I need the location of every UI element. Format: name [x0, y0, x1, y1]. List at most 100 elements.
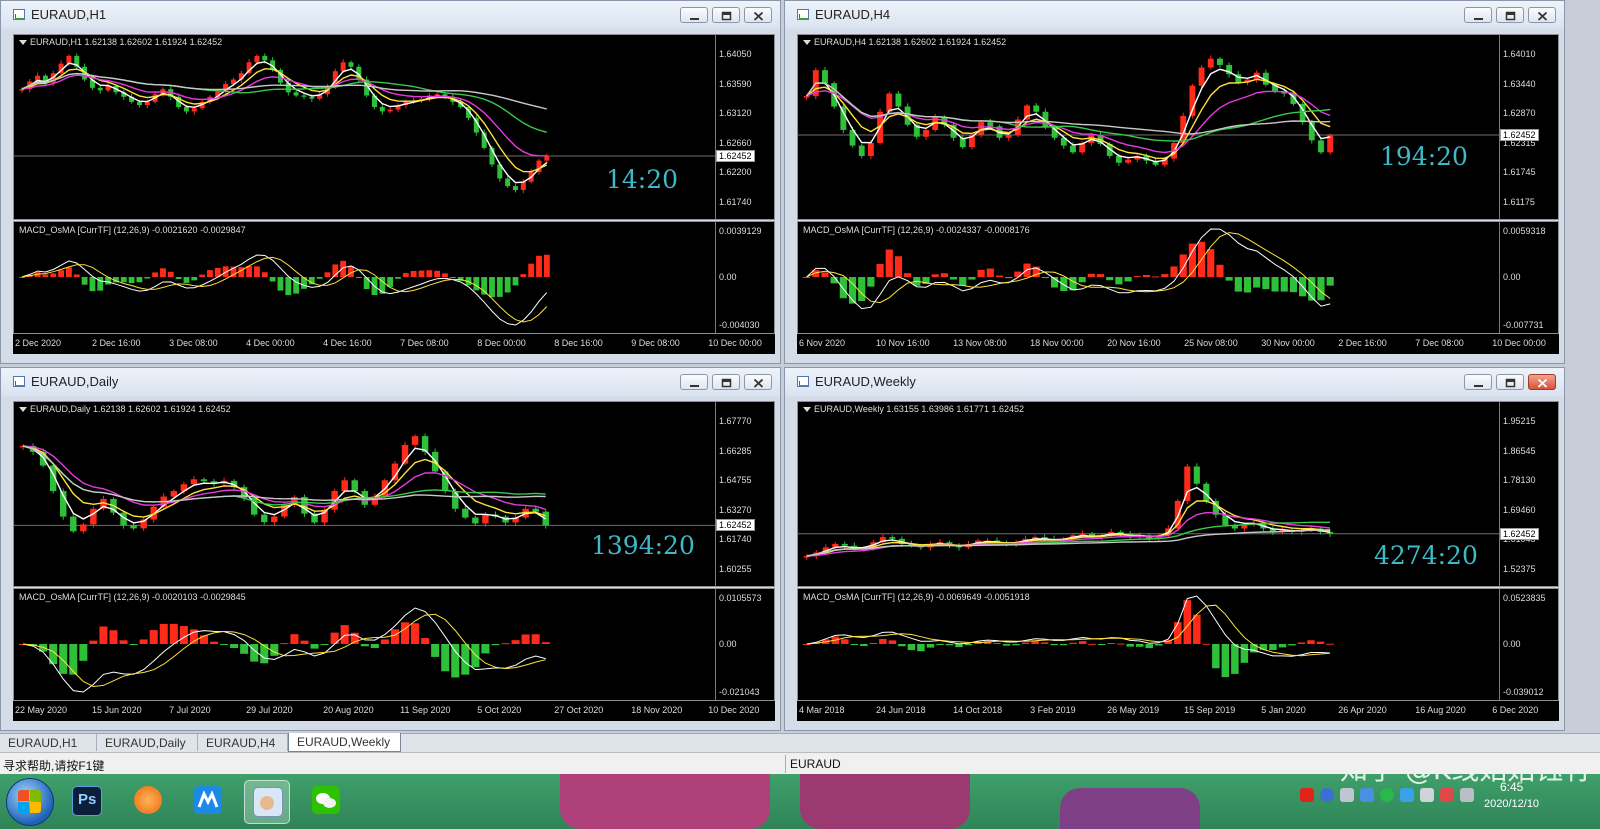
price-axis-line — [715, 402, 716, 586]
macd-bar — [363, 277, 370, 290]
window-title-bar[interactable]: EURAUD,Weekly — [785, 368, 1564, 396]
macd-bar — [324, 272, 331, 277]
tab-euraud-weekly[interactable]: EURAUD,Weekly — [288, 733, 401, 752]
macd-bar — [1021, 642, 1030, 644]
close-button[interactable] — [1528, 374, 1556, 390]
time-axis-label: 2 Dec 16:00 — [92, 338, 141, 348]
minimize-button[interactable] — [1464, 7, 1492, 23]
current-price-box: 1.62452 — [716, 519, 755, 532]
price-pane[interactable]: EURAUD,H4 1.62138 1.62602 1.61924 1.6245… — [797, 34, 1559, 220]
time-axis-label: 16 Aug 2020 — [1415, 705, 1466, 715]
tab-euraud-h1[interactable]: EURAUD,H1 — [0, 734, 97, 751]
macd-bar — [442, 273, 448, 277]
candle — [261, 512, 268, 525]
macd-bar — [1135, 644, 1144, 647]
macd-bar — [149, 630, 158, 644]
restore-icon — [1505, 11, 1516, 21]
time-axis-label: 30 Nov 00:00 — [1261, 338, 1315, 348]
macd-tick-label: -0.039012 — [1503, 687, 1544, 697]
macd-bar — [431, 644, 440, 657]
price-tick-label: 1.62660 — [719, 137, 752, 148]
time-axis-label: 3 Feb 2019 — [1030, 705, 1076, 715]
clock-time[interactable]: 6:45 — [1500, 780, 1523, 794]
macd-bar — [293, 277, 300, 294]
time-axis-label: 5 Oct 2020 — [477, 705, 522, 715]
macd-pane[interactable]: MACD_OsMA [CurrTF] (12,26,9) -0.0020103 … — [13, 588, 775, 701]
tab-euraud-h4[interactable]: EURAUD,H4 — [198, 734, 288, 751]
macd-histogram[interactable] — [798, 589, 1499, 700]
taskbar-wechat[interactable] — [304, 780, 348, 822]
taskbar-photoshop[interactable]: Ps — [64, 780, 108, 822]
time-axis-label: 20 Aug 2020 — [323, 705, 374, 715]
alert-icon[interactable] — [1440, 788, 1454, 802]
macd-histogram[interactable] — [798, 222, 1499, 333]
macd-bar — [58, 270, 65, 277]
macd-bar — [1041, 277, 1050, 279]
minimize-button[interactable] — [680, 374, 708, 390]
candle — [60, 488, 67, 520]
tab-euraud-daily[interactable]: EURAUD,Daily — [97, 734, 198, 751]
macd-bar — [964, 644, 973, 646]
macd-histogram[interactable] — [14, 589, 715, 700]
time-axis-label: 14 Oct 2018 — [953, 705, 1003, 715]
window-title-bar[interactable]: EURAUD,H1 — [1, 1, 780, 29]
candle — [1231, 523, 1238, 531]
macd-axis-line — [715, 589, 716, 700]
taskbar-orange-app[interactable] — [126, 780, 170, 822]
signal-icon[interactable] — [1420, 788, 1434, 802]
macd-bar — [959, 277, 967, 286]
candle — [1226, 62, 1233, 78]
macd-tick-label: 0.0105573 — [719, 593, 762, 603]
time-axis-label: 18 Nov 00:00 — [1030, 338, 1084, 348]
macd-bar — [418, 270, 425, 277]
chevron-up-icon[interactable] — [1340, 788, 1354, 802]
minimize-button[interactable] — [680, 7, 708, 23]
window-title: EURAUD,Weekly — [815, 374, 916, 389]
macd-bar — [1278, 644, 1287, 648]
macd-pane[interactable]: MACD_OsMA [CurrTF] (12,26,9) -0.0021620 … — [13, 221, 775, 334]
close-button[interactable] — [1528, 7, 1556, 23]
restore-button[interactable] — [1496, 374, 1524, 390]
sogou-input-icon[interactable] — [1300, 788, 1314, 802]
time-axis: 2 Dec 2020 2 Dec 16:00 3 Dec 08:00 4 Dec 00… — [13, 334, 775, 354]
macd-pane[interactable]: MACD_OsMA [CurrTF] (12,26,9) -0.0024337 … — [797, 221, 1559, 334]
speaker-icon[interactable] — [1460, 788, 1474, 802]
candlestick-chart[interactable] — [798, 35, 1499, 219]
shield-icon[interactable] — [1360, 788, 1374, 802]
clock-date[interactable]: 2020/12/10 — [1484, 798, 1539, 810]
network-icon[interactable] — [1400, 788, 1414, 802]
macd-bar — [451, 644, 460, 678]
taskbar-remote-app[interactable] — [244, 780, 290, 824]
help-icon[interactable] — [1320, 788, 1334, 802]
time-axis-label: 10 Nov 16:00 — [876, 338, 930, 348]
time-axis-label: 13 Nov 08:00 — [953, 338, 1007, 348]
close-button[interactable] — [744, 7, 772, 23]
minimize-button[interactable] — [1464, 374, 1492, 390]
close-button[interactable] — [744, 374, 772, 390]
price-tick-label: 1.60255 — [719, 563, 752, 574]
macd-bar — [489, 277, 495, 298]
chat-icon[interactable] — [1380, 788, 1394, 802]
start-button[interactable] — [6, 778, 54, 826]
macd-bar — [481, 277, 488, 295]
macd-bar — [528, 263, 535, 277]
price-tick-label: 1.95215 — [1503, 416, 1536, 426]
window-title-bar[interactable]: EURAUD,H4 — [785, 1, 1564, 29]
macd-bar — [1316, 641, 1325, 644]
macd-histogram[interactable] — [14, 222, 715, 333]
macd-bar — [1307, 640, 1315, 644]
taskbar-blue-app[interactable] — [186, 780, 230, 822]
macd-bar — [1326, 277, 1334, 286]
macd-bar — [441, 644, 450, 672]
restore-button[interactable] — [712, 374, 740, 390]
macd-pane[interactable]: MACD_OsMA [CurrTF] (12,26,9) -0.0069649 … — [797, 588, 1559, 701]
price-tick-label: 1.61745 — [1503, 167, 1536, 177]
candle — [858, 143, 865, 159]
candle-countdown: 14:20 — [606, 165, 679, 194]
restore-button[interactable] — [1496, 7, 1524, 23]
macd-bar — [940, 273, 948, 277]
restore-button[interactable] — [712, 7, 740, 23]
window-title-bar[interactable]: EURAUD,Daily — [1, 368, 780, 396]
macd-bar — [254, 266, 260, 277]
macd-bar — [1060, 277, 1068, 291]
